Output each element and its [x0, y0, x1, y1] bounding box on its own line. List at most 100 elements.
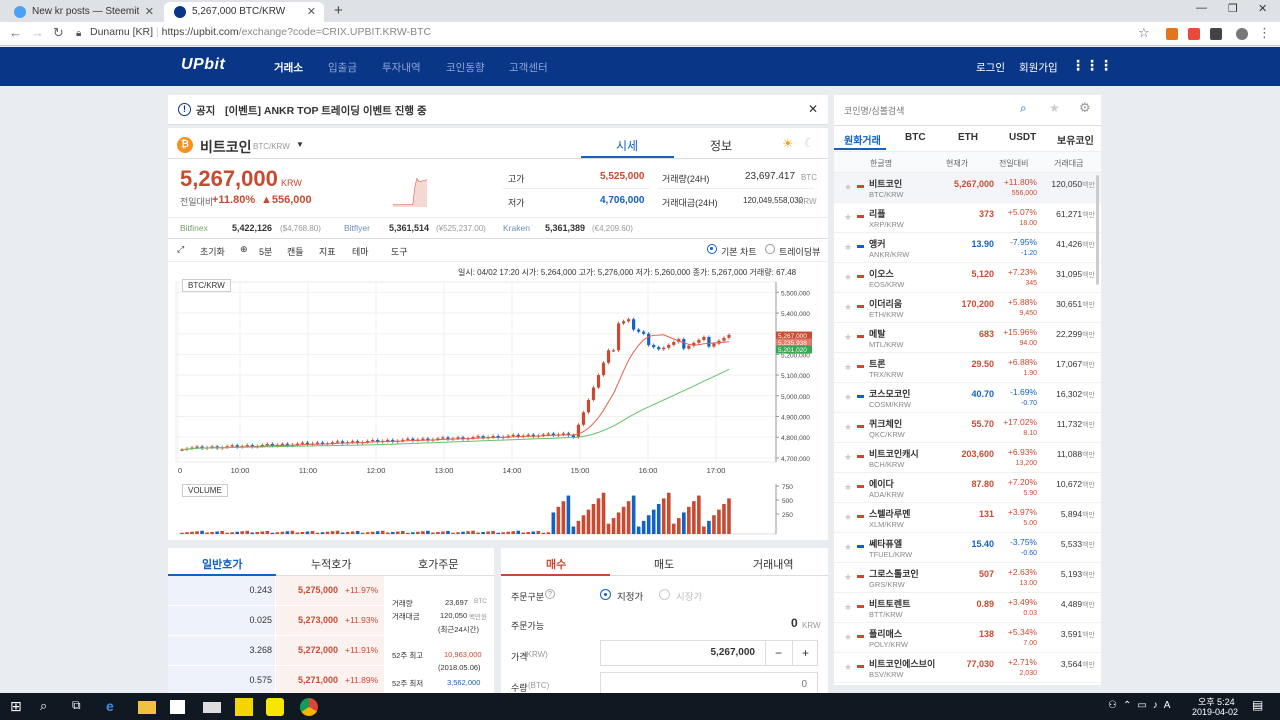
close-tab-icon[interactable]: ✕	[145, 2, 154, 22]
browser-tab-upbit[interactable]: 5,267,000 BTC/KRW ✕	[164, 2, 324, 22]
minimize-icon[interactable]: —	[1196, 2, 1207, 14]
price-decrease-button[interactable]: −	[765, 641, 791, 665]
metamask-extension-icon[interactable]	[1166, 28, 1178, 40]
coin-row[interactable]: ★ 코스모코인 COSM/KRW 40.70 -1.69% -0.70 16,302백만	[834, 383, 1101, 413]
light-theme-icon[interactable]: ☀	[782, 136, 794, 152]
nav-exchange[interactable]: 거래소	[274, 60, 303, 75]
coin-row[interactable]: ★ 앵커 ANKR/KRW 13.90 -7.95% -1.20 41,426백만	[834, 233, 1101, 263]
favorite-star-icon[interactable]: ★	[844, 662, 852, 673]
tab-krw[interactable]: 원화거래	[844, 132, 881, 147]
coin-row[interactable]: ★ 스텔라루멘 XLM/KRW 131 +3.97% 5.00 5,894백만	[834, 503, 1101, 533]
scrollbar[interactable]	[1096, 175, 1099, 285]
coin-row[interactable]: ★ 비트토렌트 BTT/KRW 0.89 +3.49% 0.03 4,489백만	[834, 593, 1101, 623]
favorite-star-icon[interactable]: ★	[844, 272, 852, 283]
search-icon[interactable]: ⌕	[1020, 101, 1027, 116]
tools-select[interactable]: 도구	[391, 245, 408, 258]
profile-icon[interactable]	[1236, 28, 1248, 40]
price-increase-button[interactable]: +	[792, 641, 818, 665]
nav-support[interactable]: 고객센터	[509, 60, 548, 75]
clock-date[interactable]: 2019-04-02	[1192, 707, 1238, 717]
coin-search-input[interactable]: 코인명/심볼검색	[844, 104, 904, 117]
chrome-icon[interactable]	[300, 698, 318, 716]
candle-select[interactable]: 캔들	[287, 245, 304, 258]
nav-investments[interactable]: 투자내역	[382, 60, 421, 75]
tradingview-radio[interactable]	[765, 244, 775, 254]
tab-quote[interactable]: 시세	[616, 137, 638, 154]
orderbook-row[interactable]: 0.575 5,271,000 +11.89%	[168, 666, 384, 696]
expand-chart-icon[interactable]: ⤢	[177, 244, 184, 255]
favorite-star-icon[interactable]: ★	[844, 302, 852, 313]
coin-row[interactable]: ★ 쎄타퓨엘 TFUEL/KRW 15.40 -3.75% -0.60 5,533백만	[834, 533, 1101, 563]
coin-row[interactable]: ★ 비트코인 BTC/KRW 5,267,000 +11.80% 556,000 120,0…	[834, 173, 1101, 203]
orderbook-row[interactable]: 3.268 5,272,000 +11.91%	[168, 636, 384, 666]
favorite-star-icon[interactable]: ★	[844, 182, 852, 193]
task-view-icon[interactable]: ⧉	[72, 698, 90, 716]
coin-row[interactable]: ★ 에이다 ADA/KRW 87.80 +7.20% 5.90 10,672백만	[834, 473, 1101, 503]
interval-select[interactable]: 5분	[259, 245, 272, 258]
notifications-icon[interactable]: ▤	[1252, 698, 1263, 712]
back-icon[interactable]: ←	[9, 25, 22, 40]
price-chart[interactable]: 5,500,0005,400,0005,300,0005,200,0005,10…	[168, 278, 828, 540]
apps-grid-icon[interactable]: ⋮⋮⋮	[1071, 57, 1113, 74]
settings-gear-icon[interactable]: ⚙	[1079, 100, 1091, 116]
orderbook-row[interactable]: 0.243 5,275,000 +11.97%	[168, 576, 384, 606]
signup-link[interactable]: 회원가입	[1019, 60, 1058, 75]
kakaotalk-icon[interactable]	[266, 698, 284, 716]
help-icon[interactable]: ?	[545, 589, 555, 599]
favorite-star-icon[interactable]: ★	[844, 572, 852, 583]
tab-usdt[interactable]: USDT	[1009, 132, 1036, 143]
tab-info[interactable]: 정보	[710, 137, 732, 154]
col-change[interactable]: 전일대비	[999, 158, 1028, 169]
sticky-notes-icon[interactable]	[235, 698, 253, 716]
close-window-icon[interactable]: ✕	[1258, 2, 1267, 15]
windows-start-icon[interactable]: ⊞	[10, 698, 28, 716]
col-price[interactable]: 현재가	[946, 158, 968, 169]
bookmark-star-icon[interactable]: ☆	[1138, 25, 1150, 41]
globe-icon[interactable]: ⊕	[240, 244, 248, 255]
favorite-star-icon[interactable]: ★	[844, 422, 852, 433]
tab-buy[interactable]: 매수	[546, 556, 566, 572]
favorite-star-icon[interactable]: ★	[844, 212, 852, 223]
close-tab-icon[interactable]: ✕	[307, 2, 316, 22]
nav-deposit[interactable]: 입출금	[328, 60, 357, 75]
tray-icons[interactable]: ⚇⌃▭♪A	[1108, 700, 1176, 711]
coin-row[interactable]: ★ 그로스톨코인 GRS/KRW 507 +2.63% 13.00 5,193백만	[834, 563, 1101, 593]
nav-coin-trends[interactable]: 코인동향	[446, 60, 485, 75]
forward-icon[interactable]: →	[31, 25, 44, 40]
mail-icon[interactable]	[203, 702, 221, 713]
upbit-logo[interactable]: UPbit	[181, 56, 225, 74]
favorite-star-icon[interactable]: ★	[844, 392, 852, 403]
favorite-star-icon[interactable]: ★	[844, 332, 852, 343]
file-explorer-icon[interactable]	[138, 701, 156, 714]
url-input[interactable]: Dunamu [KR] | https://upbit.com/exchange…	[90, 26, 431, 38]
favorite-star-icon[interactable]: ★	[844, 542, 852, 553]
favorite-star-icon[interactable]: ★	[844, 482, 852, 493]
coin-row[interactable]: ★ 이더리움 ETH/KRW 170,200 +5.88% 9,450 30,651백만	[834, 293, 1101, 323]
login-link[interactable]: 로그인	[976, 60, 1005, 75]
coin-row[interactable]: ★ 이오스 EOS/KRW 5,120 +7.23% 345 31,095백만	[834, 263, 1101, 293]
favorite-star-icon[interactable]: ★	[844, 512, 852, 523]
tab-orderbook-order[interactable]: 호가주문	[418, 556, 458, 572]
tab-normal-orderbook[interactable]: 일반호가	[202, 556, 242, 572]
tab-holdings[interactable]: 보유코인	[1057, 132, 1094, 147]
market-order-radio[interactable]	[659, 589, 670, 600]
extension-icon[interactable]	[1188, 28, 1200, 40]
tab-eth[interactable]: ETH	[958, 132, 978, 143]
new-tab-button[interactable]: +	[334, 2, 343, 19]
orderbook-row[interactable]: 0.025 5,273,000 +11.93%	[168, 606, 384, 636]
favorite-star-icon[interactable]: ★	[844, 242, 852, 253]
coin-row[interactable]: ★ 비트코인캐시 BCH/KRW 203,600 +6.93% 13,200 11,088백…	[834, 443, 1101, 473]
coin-row[interactable]: ★ 트론 TRX/KRW 29.50 +6.88% 1.90 17,067백만	[834, 353, 1101, 383]
coin-select-chevron-icon[interactable]: ▼	[296, 140, 304, 149]
tab-history[interactable]: 거래내역	[753, 556, 793, 572]
indicator-select[interactable]: 지표	[319, 245, 336, 258]
coin-row[interactable]: ★ 메탈 MTL/KRW 683 +15.96% 94.00 22,299백만	[834, 323, 1101, 353]
tab-btc[interactable]: BTC	[905, 132, 926, 143]
notice-text[interactable]: [이벤트] ANKR TOP 트레이딩 이벤트 진행 중	[225, 103, 427, 118]
coin-row[interactable]: ★ 리플 XRP/KRW 373 +5.07% 18.00 61,271백만	[834, 203, 1101, 233]
favorite-star-icon[interactable]: ★	[844, 452, 852, 463]
basic-chart-radio[interactable]	[707, 244, 717, 254]
coin-row[interactable]: ★ 비트코인에스브이 BSV/KRW 77,030 +2.71% 2,030 3,564백만	[834, 653, 1101, 683]
col-volume[interactable]: 거래대금	[1054, 158, 1083, 169]
restore-icon[interactable]: ❐	[1228, 2, 1238, 15]
